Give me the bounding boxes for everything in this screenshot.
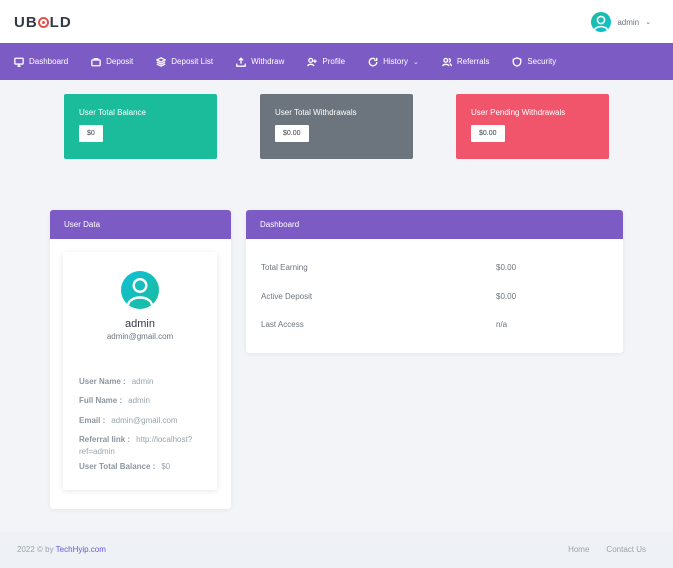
- nav-label: Referrals: [456, 57, 490, 66]
- stat-value: $0: [79, 125, 103, 142]
- row-label: Total Earning: [261, 263, 308, 272]
- briefcase-icon: [91, 57, 101, 66]
- stat-label: User Total Balance: [79, 108, 146, 117]
- user-data-card: User Data admin admin@gmail.com User Nam…: [50, 210, 231, 509]
- chevron-down-icon: ⌄: [645, 19, 651, 26]
- stat-card-total-withdrawals: User Total Withdrawals $0.00: [260, 94, 413, 159]
- users-icon: [441, 57, 452, 66]
- refresh-icon: [368, 57, 378, 66]
- footer-links: Home Contact Us: [568, 545, 646, 554]
- info-label: Referral link :: [79, 435, 131, 444]
- dashboard-row-active-deposit: Active Deposit $0.00: [261, 292, 611, 301]
- info-label: Email :: [79, 416, 106, 425]
- nav-item-referrals[interactable]: Referrals: [441, 57, 490, 67]
- user-menu[interactable]: admin ⌄: [591, 12, 651, 32]
- card-title: Dashboard: [246, 210, 623, 239]
- stat-value: $0.00: [275, 125, 309, 142]
- row-label: Last Access: [261, 320, 304, 329]
- info-value: admin@gmail.com: [111, 416, 178, 425]
- user-avatar-icon: [126, 277, 154, 306]
- username: admin: [617, 17, 640, 27]
- nav-label: Withdraw: [251, 57, 285, 66]
- copyright: 2022 © by TechHyip.com: [17, 545, 106, 554]
- avatar: [591, 12, 612, 32]
- card-title: User Data: [50, 210, 231, 239]
- row-label: Active Deposit: [261, 292, 313, 301]
- nav-item-deposit-list[interactable]: Deposit List: [156, 56, 214, 67]
- info-label: User Total Balance :: [79, 462, 156, 471]
- info-full-name: Full Name : admin: [79, 395, 209, 407]
- user-avatar-icon: [594, 15, 609, 31]
- nav-label: Deposit: [106, 57, 134, 66]
- logo-o-icon: [38, 17, 50, 28]
- footer-link-home[interactable]: Home: [568, 545, 589, 554]
- nav-item-security[interactable]: Security: [512, 56, 557, 67]
- main-nav: Dashboard Deposit Deposit List Withdraw …: [0, 43, 673, 80]
- row-value: $0.00: [496, 263, 517, 272]
- info-referral-link: Referral link : http://localhost?ref=admi…: [79, 434, 209, 458]
- nav-item-profile[interactable]: Profile: [307, 57, 345, 67]
- logo-text-start: UB: [14, 14, 38, 31]
- user-plus-icon: [307, 57, 317, 66]
- stat-label: User Pending Withdrawals: [471, 108, 566, 117]
- layers-icon: [156, 56, 167, 67]
- nav-item-history[interactable]: History ⌄: [368, 57, 419, 67]
- nav-item-withdraw[interactable]: Withdraw: [236, 56, 285, 67]
- shield-icon: [512, 56, 522, 67]
- stat-label: User Total Withdrawals: [275, 108, 357, 117]
- logo[interactable]: UB LD: [14, 14, 72, 31]
- dashboard-row-total-earning: Total Earning $0.00: [261, 263, 611, 272]
- upload-icon: [236, 56, 246, 67]
- dashboard-row-last-access: Last Access n/a: [261, 320, 611, 329]
- monitor-icon: [14, 57, 24, 67]
- info-value: admin: [128, 396, 150, 405]
- stat-value: $0.00: [471, 125, 505, 142]
- info-email: Email : admin@gmail.com: [79, 415, 209, 427]
- logo-text-end: LD: [49, 14, 72, 31]
- info-label: Full Name :: [79, 396, 123, 405]
- stat-card-pending-withdrawals: User Pending Withdrawals $0.00: [456, 94, 609, 159]
- info-value: admin: [131, 377, 154, 386]
- avatar: [121, 271, 159, 309]
- company-link[interactable]: TechHyip.com: [56, 545, 106, 554]
- nav-label: History: [383, 57, 408, 66]
- chevron-down-icon: ⌄: [412, 58, 419, 66]
- copyright-text: 2022 © by: [17, 545, 54, 554]
- profile-box: admin admin@gmail.com User Name : admin F…: [63, 252, 217, 490]
- profile-email: admin@gmail.com: [106, 332, 174, 341]
- nav-item-dashboard[interactable]: Dashboard: [14, 57, 68, 67]
- nav-label: Dashboard: [29, 57, 69, 66]
- row-value: n/a: [496, 320, 508, 329]
- info-label: User Name :: [79, 377, 126, 386]
- topbar: UB LD admin ⌄: [0, 0, 673, 43]
- nav-item-deposit[interactable]: Deposit: [91, 57, 133, 67]
- nav-label: Deposit List: [171, 57, 214, 66]
- row-value: $0.00: [496, 292, 517, 301]
- info-value: $0: [161, 462, 171, 471]
- footer-link-contact[interactable]: Contact Us: [606, 545, 646, 554]
- stat-card-total-balance: User Total Balance $0: [64, 94, 217, 159]
- info-user-name: User Name : admin: [79, 376, 209, 388]
- info-total-balance: User Total Balance : $0: [79, 461, 209, 473]
- profile-name: admin: [125, 318, 155, 330]
- footer: 2022 © by TechHyip.com Home Contact Us: [0, 532, 673, 568]
- dashboard-card: Dashboard Total Earning $0.00 Active Dep…: [246, 210, 623, 353]
- nav-label: Profile: [322, 57, 346, 66]
- nav-label: Security: [527, 57, 557, 66]
